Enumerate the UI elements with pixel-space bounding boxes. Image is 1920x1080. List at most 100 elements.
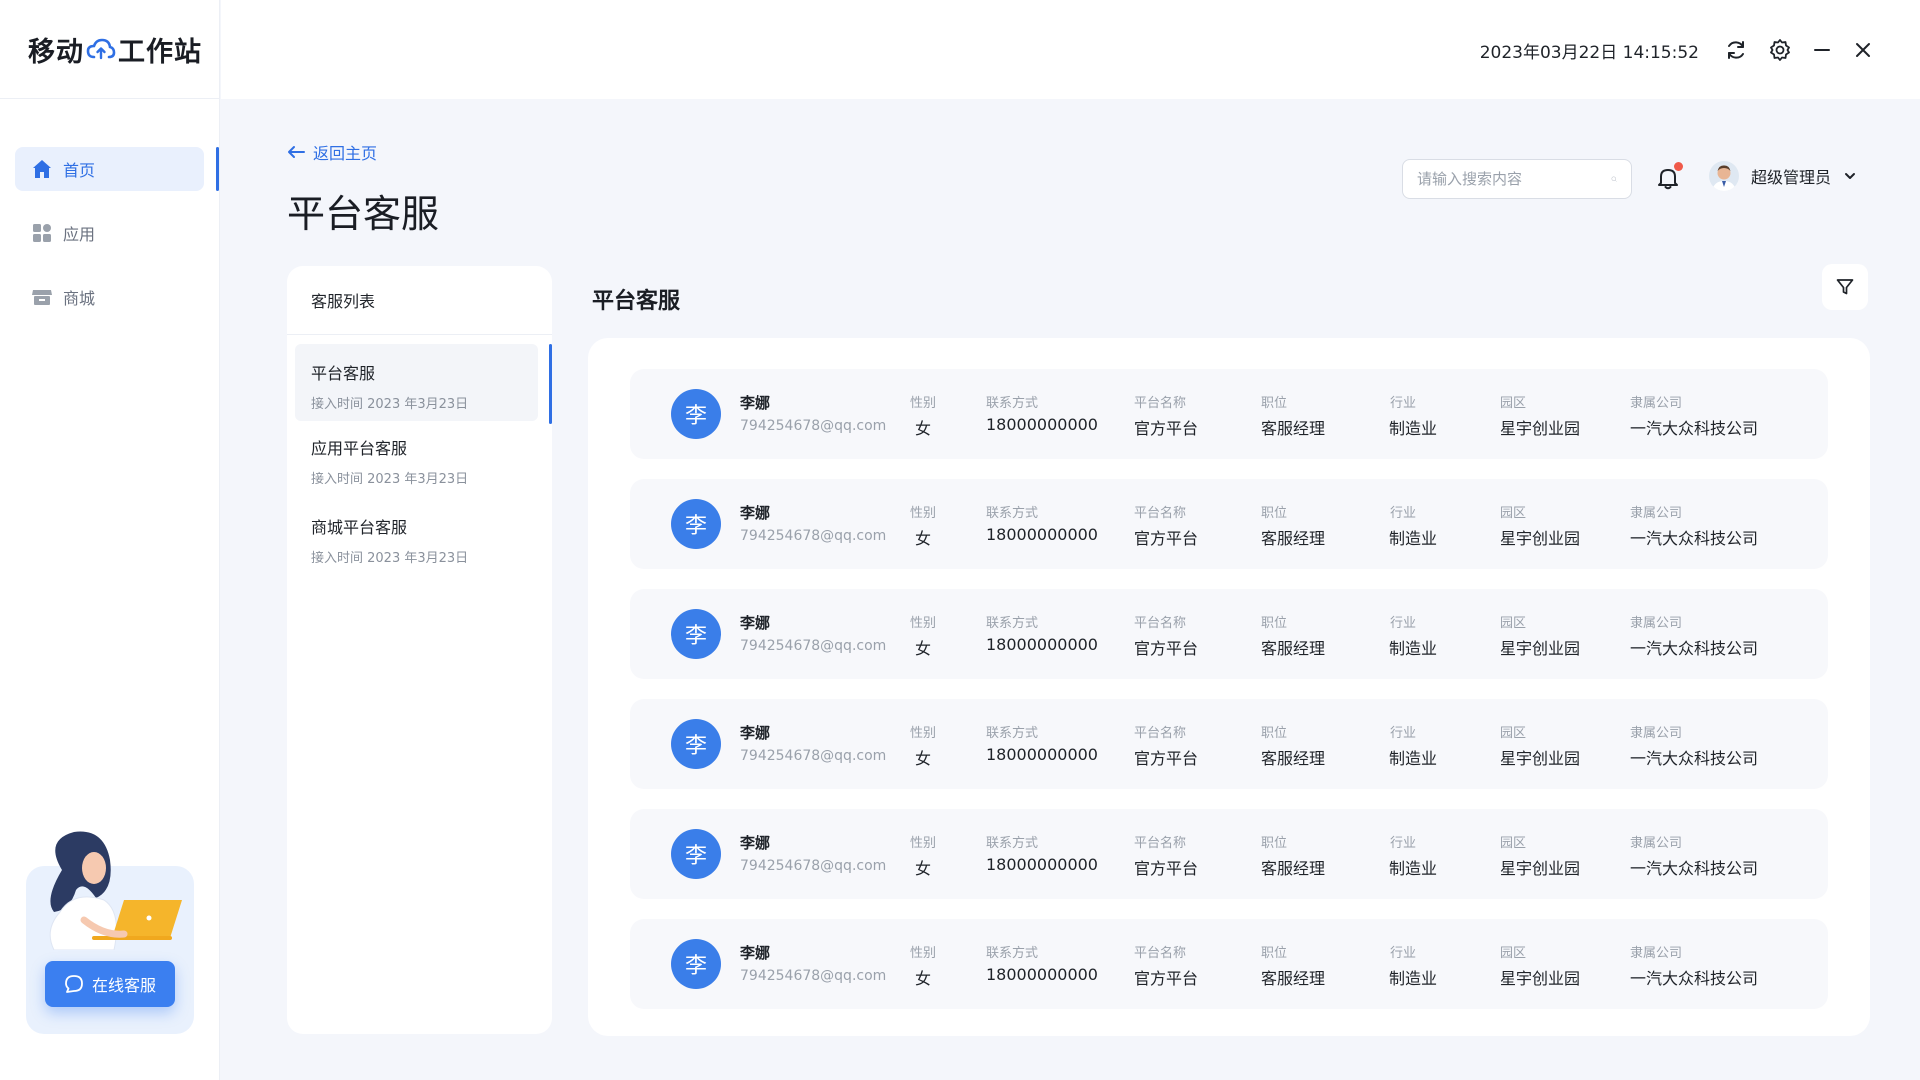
avatar: 李	[671, 389, 721, 439]
arrow-left-icon	[288, 146, 305, 158]
park-value: 星宇创业园	[1500, 749, 1581, 768]
contact-label: 联系方式	[986, 506, 1039, 521]
sidebar: 移动 工作站 首页 应用 商城 在线客服	[0, 0, 220, 1080]
gender-value: 女	[915, 529, 932, 548]
park-label: 园区	[1500, 946, 1527, 961]
industry-value: 制造业	[1389, 969, 1438, 988]
table-row[interactable]: 李 李娜 794254678@qq.com 性别 女 联系方式 18000000…	[630, 919, 1828, 1009]
table-row[interactable]: 李 李娜 794254678@qq.com 性别 女 联系方式 18000000…	[630, 479, 1828, 569]
chat-bubble-icon	[65, 975, 83, 993]
contact-value: 18000000000	[986, 415, 1098, 434]
search-input[interactable]	[1417, 170, 1611, 188]
contact-value: 18000000000	[986, 525, 1098, 544]
table-row[interactable]: 李 李娜 794254678@qq.com 性别 女 联系方式 18000000…	[630, 589, 1828, 679]
chevron-down-icon	[1845, 173, 1856, 179]
park-value: 星宇创业园	[1500, 969, 1581, 988]
company-value: 一汽大众科技公司	[1630, 969, 1759, 988]
company-value: 一汽大众科技公司	[1630, 749, 1759, 768]
store-icon	[31, 286, 53, 308]
contact-value: 18000000000	[986, 745, 1098, 764]
position-label: 职位	[1261, 396, 1288, 411]
table-row[interactable]: 李 李娜 794254678@qq.com 性别 女 联系方式 18000000…	[630, 369, 1828, 459]
table-row[interactable]: 李 李娜 794254678@qq.com 性别 女 联系方式 18000000…	[630, 809, 1828, 899]
park-value: 星宇创业园	[1500, 859, 1581, 878]
contact-value: 18000000000	[986, 855, 1098, 874]
agent-name: 李娜	[740, 834, 771, 852]
sidebar-item-apps[interactable]: 应用	[15, 211, 204, 255]
home-icon	[31, 158, 53, 180]
content-title: 平台客服	[592, 289, 681, 314]
gender-label: 性别	[910, 946, 937, 961]
park-label: 园区	[1500, 726, 1527, 741]
sidebar-item-home[interactable]: 首页	[15, 147, 219, 191]
avatar: 李	[671, 719, 721, 769]
park-label: 园区	[1500, 396, 1527, 411]
position-label: 职位	[1261, 836, 1288, 851]
industry-label: 行业	[1390, 616, 1417, 631]
support-woman-illustration	[49, 831, 182, 950]
contact-label: 联系方式	[986, 396, 1039, 411]
agent-name: 李娜	[740, 504, 771, 522]
contact-label: 联系方式	[986, 836, 1039, 851]
online-support-label: 在线客服	[91, 976, 156, 995]
platform-value: 官方平台	[1134, 529, 1199, 548]
agent-name: 李娜	[740, 944, 771, 962]
list-item[interactable]: 商城平台客服 接入时间 2023 年3月23日	[287, 498, 552, 575]
back-home-label: 返回主页	[313, 144, 378, 163]
platform-label: 平台名称	[1134, 726, 1187, 741]
list-item-title: 商城平台客服	[311, 518, 408, 537]
platform-label: 平台名称	[1134, 396, 1187, 411]
gender-label: 性别	[910, 616, 937, 631]
logo-text-right: 工作站	[118, 36, 202, 68]
user-menu[interactable]: 超级管理员	[1709, 161, 1857, 191]
industry-value: 制造业	[1389, 529, 1438, 548]
sidebar-item-label: 商城	[63, 289, 96, 308]
park-value: 星宇创业园	[1500, 419, 1581, 438]
search-icon[interactable]	[1611, 169, 1617, 189]
search-box	[1402, 159, 1632, 199]
position-value: 客服经理	[1261, 859, 1326, 878]
filter-button[interactable]	[1822, 264, 1868, 310]
avatar: 李	[671, 499, 721, 549]
company-value: 一汽大众科技公司	[1630, 419, 1759, 438]
platform-value: 官方平台	[1134, 969, 1199, 988]
agent-name: 李娜	[740, 724, 771, 742]
position-label: 职位	[1261, 726, 1288, 741]
close-icon[interactable]	[1851, 38, 1875, 62]
position-label: 职位	[1261, 506, 1288, 521]
notification-bell[interactable]	[1655, 162, 1683, 191]
company-value: 一汽大众科技公司	[1630, 859, 1759, 878]
position-value: 客服经理	[1261, 969, 1326, 988]
table-row[interactable]: 李 李娜 794254678@qq.com 性别 女 联系方式 18000000…	[630, 699, 1828, 789]
company-value: 一汽大众科技公司	[1630, 639, 1759, 658]
position-value: 客服经理	[1261, 419, 1326, 438]
platform-value: 官方平台	[1134, 639, 1199, 658]
service-card-list: 李 李娜 794254678@qq.com 性别 女 联系方式 18000000…	[588, 338, 1870, 1036]
industry-label: 行业	[1390, 726, 1417, 741]
gender-label: 性别	[910, 396, 937, 411]
cloud-icon	[86, 38, 116, 60]
platform-label: 平台名称	[1134, 506, 1187, 521]
avatar: 李	[671, 829, 721, 879]
minimize-icon[interactable]	[1810, 38, 1834, 62]
sidebar-item-store[interactable]: 商城	[15, 275, 204, 319]
user-name: 超级管理员	[1751, 168, 1832, 187]
industry-value: 制造业	[1389, 859, 1438, 878]
park-value: 星宇创业园	[1500, 529, 1581, 548]
company-label: 隶属公司	[1630, 726, 1683, 741]
back-home-link[interactable]: 返回主页	[287, 140, 377, 164]
gender-label: 性别	[910, 836, 937, 851]
company-label: 隶属公司	[1630, 946, 1683, 961]
online-support-button[interactable]: 在线客服	[45, 961, 175, 1007]
position-label: 职位	[1261, 946, 1288, 961]
contact-label: 联系方式	[986, 616, 1039, 631]
list-item[interactable]: 平台客服 接入时间 2023 年3月23日	[295, 344, 552, 424]
gear-icon[interactable]	[1768, 38, 1792, 62]
user-avatar	[1709, 161, 1739, 191]
sidebar-item-label: 应用	[63, 225, 96, 244]
topbar: 2023年03月22日 14:15:52	[221, 0, 1920, 99]
avatar: 李	[671, 609, 721, 659]
list-item[interactable]: 应用平台客服 接入时间 2023 年3月23日	[287, 421, 552, 498]
refresh-icon[interactable]	[1724, 38, 1748, 62]
park-label: 园区	[1500, 616, 1527, 631]
